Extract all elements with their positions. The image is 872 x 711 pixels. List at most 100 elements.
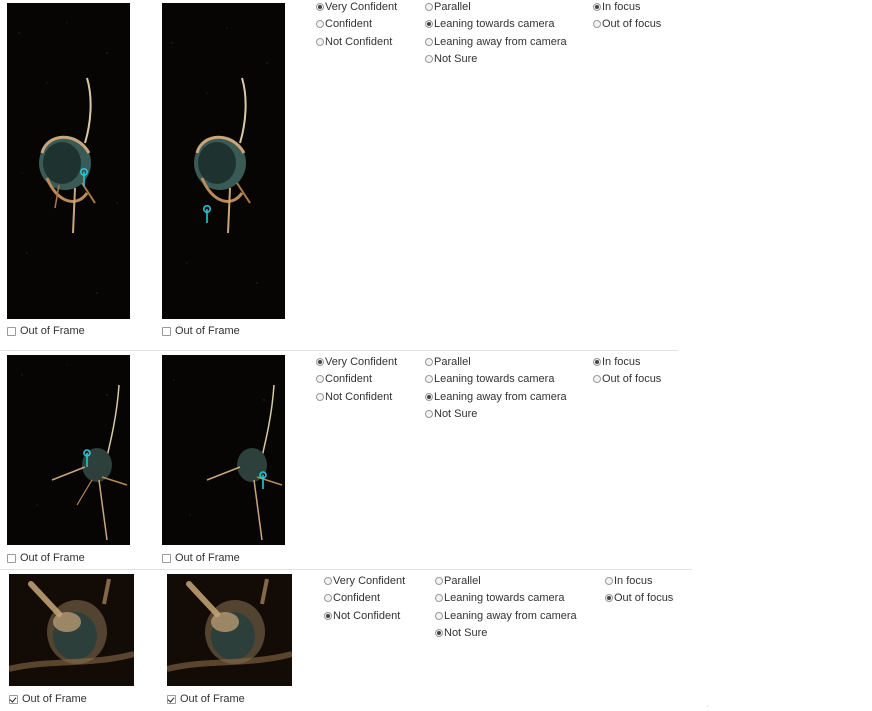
radio-label: In focus bbox=[614, 574, 653, 587]
out-of-frame-label: Out of Frame bbox=[20, 325, 85, 337]
orientation-option[interactable]: Leaning towards camera bbox=[425, 371, 567, 389]
radio-button[interactable] bbox=[425, 392, 433, 401]
radio-button[interactable] bbox=[593, 375, 601, 384]
out-of-frame-toggle-left[interactable]: Out of Frame bbox=[7, 552, 85, 564]
confidence-option[interactable]: Very Confident bbox=[316, 353, 397, 371]
out-of-frame-toggle-right[interactable]: Out of Frame bbox=[162, 552, 240, 564]
radio-label: In focus bbox=[602, 355, 641, 368]
orientation-option[interactable]: Parallel bbox=[425, 353, 567, 371]
radio-button[interactable] bbox=[316, 37, 324, 46]
orientation-radio-group: Parallel Leaning towards camera Leaning aw… bbox=[425, 0, 567, 68]
focus-radio-group: In focus Out of focus bbox=[593, 353, 661, 388]
focus-option[interactable]: Out of focus bbox=[593, 16, 661, 34]
radio-button[interactable] bbox=[425, 375, 433, 384]
focus-radio-group: In focus Out of focus bbox=[593, 0, 661, 33]
radio-button[interactable] bbox=[435, 611, 443, 620]
specimen-image-left[interactable] bbox=[7, 355, 130, 545]
orientation-option[interactable]: Not Sure bbox=[425, 406, 567, 424]
confidence-option[interactable]: Confident bbox=[316, 371, 397, 389]
orientation-option[interactable]: Leaning towards camera bbox=[435, 590, 577, 608]
radio-button[interactable] bbox=[593, 20, 601, 29]
focus-option[interactable]: Out of focus bbox=[605, 590, 673, 608]
radio-button[interactable] bbox=[324, 594, 332, 603]
orientation-option[interactable]: Not Sure bbox=[435, 625, 577, 643]
radio-button[interactable] bbox=[435, 629, 443, 638]
out-of-frame-toggle-right[interactable]: Out of Frame bbox=[162, 325, 240, 337]
confidence-option[interactable]: Not Confident bbox=[316, 388, 397, 406]
orientation-option[interactable]: Parallel bbox=[435, 572, 577, 590]
radio-button[interactable] bbox=[324, 611, 332, 620]
specimen-image-right[interactable] bbox=[167, 574, 292, 686]
radio-label: Not Sure bbox=[434, 53, 478, 66]
orientation-option[interactable]: Leaning away from camera bbox=[435, 607, 577, 625]
confidence-option[interactable]: Very Confident bbox=[324, 572, 405, 590]
annotation-row-1: Out of Frame Out of Frame Very Confident… bbox=[0, 0, 872, 350]
out-of-frame-checkbox[interactable] bbox=[7, 553, 16, 563]
out-of-frame-label: Out of Frame bbox=[22, 693, 87, 705]
radio-button[interactable] bbox=[324, 576, 332, 585]
orientation-option[interactable]: Leaning towards camera bbox=[425, 16, 567, 34]
confidence-option[interactable]: Not Confident bbox=[324, 607, 405, 625]
radio-label: Not Confident bbox=[325, 390, 393, 403]
radio-button[interactable] bbox=[593, 2, 601, 11]
out-of-frame-label: Out of Frame bbox=[20, 552, 85, 564]
radio-button[interactable] bbox=[435, 576, 443, 585]
radio-button[interactable] bbox=[435, 594, 443, 603]
confidence-option[interactable]: Confident bbox=[324, 590, 405, 608]
focus-radio-group: In focus Out of focus bbox=[605, 572, 673, 607]
out-of-frame-toggle-left[interactable]: Out of Frame bbox=[9, 693, 87, 705]
out-of-frame-checkbox[interactable] bbox=[7, 326, 16, 336]
radio-label: Confident bbox=[325, 18, 373, 31]
radio-label: Leaning towards camera bbox=[444, 592, 565, 605]
radio-button[interactable] bbox=[425, 20, 433, 29]
radio-label: Leaning away from camera bbox=[434, 35, 567, 48]
radio-button[interactable] bbox=[425, 2, 433, 11]
out-of-frame-checkbox[interactable] bbox=[9, 694, 18, 704]
out-of-frame-toggle-right[interactable]: Out of Frame bbox=[167, 693, 245, 705]
radio-button[interactable] bbox=[425, 55, 433, 64]
radio-button[interactable] bbox=[316, 20, 324, 29]
orientation-option[interactable]: Not Sure bbox=[425, 51, 567, 69]
specimen-image-left[interactable] bbox=[7, 3, 130, 319]
radio-label: Leaning away from camera bbox=[444, 609, 577, 622]
confidence-option[interactable]: Very Confident bbox=[316, 0, 397, 16]
focus-option[interactable]: In focus bbox=[593, 353, 661, 371]
radio-button[interactable] bbox=[605, 594, 613, 603]
radio-label: Confident bbox=[325, 373, 373, 386]
out-of-frame-label: Out of Frame bbox=[175, 552, 240, 564]
confidence-radio-group: Very Confident Confident Not Confident bbox=[316, 353, 397, 406]
specimen-image-right[interactable] bbox=[162, 3, 285, 319]
orientation-radio-group: Parallel Leaning towards camera Leaning aw… bbox=[425, 353, 567, 423]
focus-option[interactable]: In focus bbox=[593, 0, 661, 16]
stray-pixel bbox=[707, 706, 708, 707]
radio-button[interactable] bbox=[316, 2, 324, 11]
out-of-frame-checkbox[interactable] bbox=[167, 694, 176, 704]
radio-label: Out of focus bbox=[614, 592, 674, 605]
radio-button[interactable] bbox=[316, 375, 324, 384]
radio-button[interactable] bbox=[316, 392, 324, 401]
radio-button[interactable] bbox=[425, 357, 433, 366]
confidence-option[interactable]: Confident bbox=[316, 16, 397, 34]
focus-option[interactable]: In focus bbox=[605, 572, 673, 590]
specimen-image-left[interactable] bbox=[9, 574, 134, 686]
radio-button[interactable] bbox=[605, 576, 613, 585]
radio-button[interactable] bbox=[425, 410, 433, 419]
radio-label: Not Confident bbox=[333, 609, 401, 622]
radio-button[interactable] bbox=[593, 357, 601, 366]
radio-label: Leaning towards camera bbox=[434, 373, 555, 386]
radio-label: Very Confident bbox=[325, 355, 398, 368]
radio-button[interactable] bbox=[316, 357, 324, 366]
focus-option[interactable]: Out of focus bbox=[593, 371, 661, 389]
out-of-frame-toggle-left[interactable]: Out of Frame bbox=[7, 325, 85, 337]
orientation-option[interactable]: Leaning away from camera bbox=[425, 33, 567, 51]
confidence-option[interactable]: Not Confident bbox=[316, 33, 397, 51]
out-of-frame-label: Out of Frame bbox=[180, 693, 245, 705]
specimen-image-right[interactable] bbox=[162, 355, 285, 545]
orientation-option[interactable]: Leaning away from camera bbox=[425, 388, 567, 406]
out-of-frame-checkbox[interactable] bbox=[162, 553, 171, 563]
copepod-photo bbox=[7, 3, 130, 319]
out-of-frame-checkbox[interactable] bbox=[162, 326, 171, 336]
radio-button[interactable] bbox=[425, 37, 433, 46]
orientation-option[interactable]: Parallel bbox=[425, 0, 567, 16]
copepod-photo bbox=[162, 3, 285, 319]
